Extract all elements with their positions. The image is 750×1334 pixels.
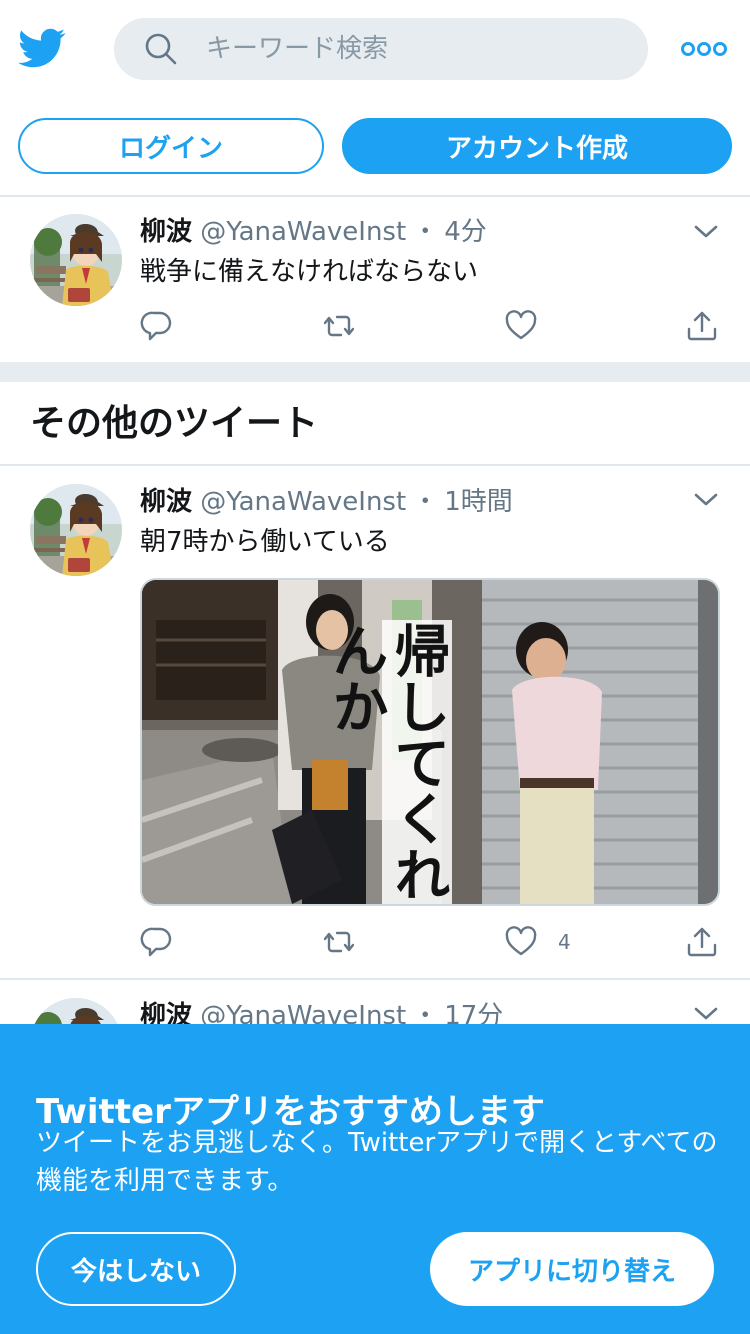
chevron-down-icon[interactable] <box>692 490 720 510</box>
retweet-icon[interactable] <box>322 306 356 346</box>
tweet-text: 朝7時から働いている <box>140 527 390 557</box>
author-handle[interactable]: @YanaWaveInst <box>200 217 406 247</box>
chevron-down-icon[interactable] <box>692 1004 720 1024</box>
app-promo-banner: Twitterアプリをおすすめします ツイートをお見逃しなく。Twitterアプ… <box>0 1024 750 1334</box>
login-button[interactable]: ログイン <box>18 118 324 174</box>
tweet-header: 柳波 @YanaWaveInst ・ 4分 <box>140 214 487 250</box>
retweet-icon[interactable] <box>322 922 356 962</box>
author-name[interactable]: 柳波 <box>140 217 192 247</box>
banner-description: ツイートをお見逃しなく。Twitterアプリで開くとすべての機能を利用できます。 <box>36 1128 718 1196</box>
section-gap <box>0 362 750 382</box>
tweet-item[interactable]: 柳波 @YanaWaveInst ・ 4分 戦争に備えなければならない <box>0 198 750 362</box>
search-bar[interactable] <box>114 18 648 80</box>
section-title: その他のツイート <box>30 403 319 444</box>
tweet-header: 柳波 @YanaWaveInst ・ 1時間 <box>140 484 513 520</box>
more-dots-icon[interactable] <box>680 36 728 62</box>
avatar[interactable] <box>30 484 122 576</box>
like-icon[interactable] <box>504 306 538 346</box>
tweet-timestamp[interactable]: 1時間 <box>444 487 513 517</box>
search-icon <box>144 32 178 66</box>
reply-icon[interactable] <box>140 922 174 962</box>
tweet-text: 戦争に備えなければならない <box>140 257 479 287</box>
tweet-media-image[interactable]: 帰してくれんか <box>140 578 720 906</box>
auth-bar: ログイン アカウント作成 <box>0 100 750 197</box>
separator-dot: ・ <box>412 217 439 247</box>
avatar[interactable] <box>30 214 122 306</box>
chevron-down-icon[interactable] <box>692 222 720 242</box>
author-name[interactable]: 柳波 <box>140 487 192 517</box>
like-icon[interactable]: 4 <box>504 922 571 962</box>
author-handle[interactable]: @YanaWaveInst <box>200 487 406 517</box>
media-caption-text: 帰してくれんか <box>323 622 450 902</box>
share-icon[interactable] <box>685 306 719 346</box>
share-icon[interactable] <box>685 922 719 962</box>
switch-to-app-button[interactable]: アプリに切り替え <box>430 1232 714 1306</box>
like-count: 4 <box>558 930 571 954</box>
top-bar <box>0 0 750 100</box>
search-input[interactable] <box>206 18 626 80</box>
twitter-bird-icon[interactable] <box>18 28 66 68</box>
tweet-actions: 4 <box>140 922 730 962</box>
reply-icon[interactable] <box>140 306 174 346</box>
tweet-actions <box>140 306 730 346</box>
signup-button[interactable]: アカウント作成 <box>342 118 732 174</box>
separator-dot: ・ <box>412 487 439 517</box>
not-now-button[interactable]: 今はしない <box>36 1232 236 1306</box>
tweet-timestamp[interactable]: 4分 <box>444 217 487 247</box>
